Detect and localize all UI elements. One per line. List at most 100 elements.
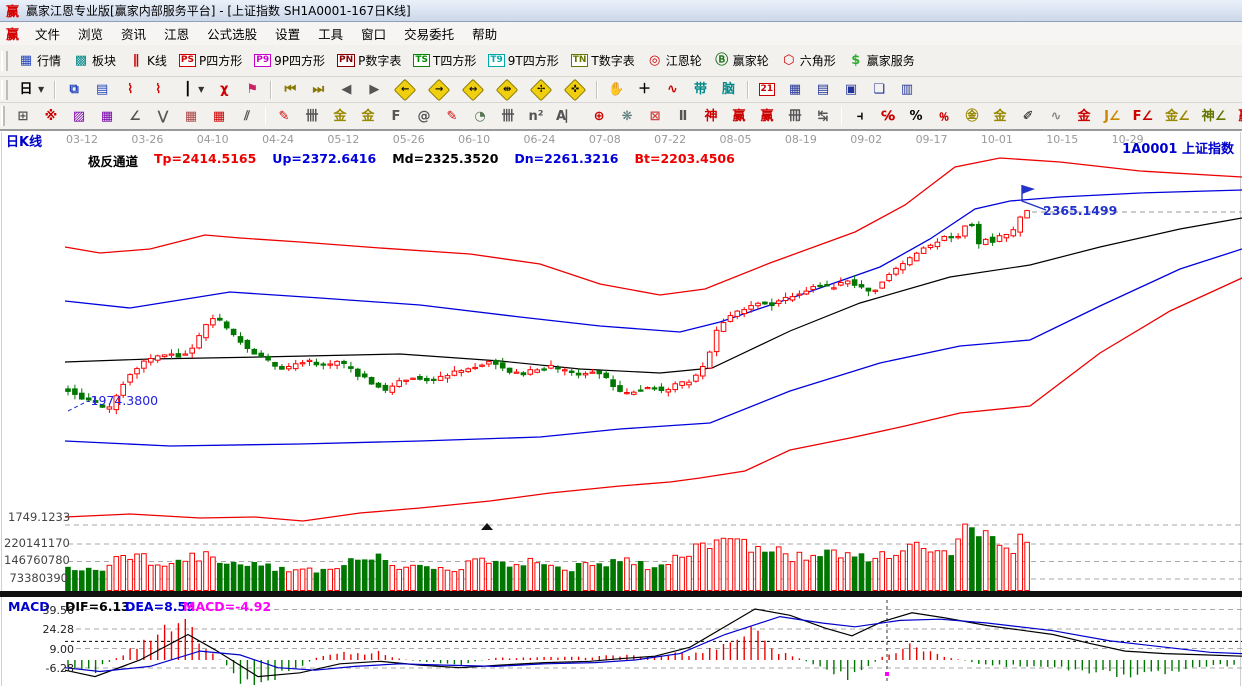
quote-button[interactable]: ▦ 行情	[13, 50, 66, 71]
window-clock-icon[interactable]: ❏	[866, 79, 892, 100]
first-bar-button[interactable]: ⏮	[277, 79, 303, 100]
toolbar-grip[interactable]	[1, 79, 8, 100]
grid-dark-tool[interactable]: ▦	[206, 106, 232, 127]
brush-tool[interactable]: ✎	[271, 106, 297, 127]
crosshair-button[interactable]: ＋	[632, 79, 658, 100]
web-grid-tool[interactable]: ⊠	[642, 106, 668, 127]
bar-scale-tool[interactable]: ⫞	[847, 106, 873, 127]
gann-square-tool[interactable]: ⊞	[10, 106, 36, 127]
red-target-tool[interactable]: ⊕	[586, 106, 612, 127]
brain-icon[interactable]: 脑	[716, 79, 742, 100]
gold-fence2-tool[interactable]: 金	[355, 106, 381, 127]
gold-line2-tool[interactable]: 金	[1071, 106, 1097, 127]
9p-square-button[interactable]: P9 9P四方形	[249, 50, 330, 71]
prev-bar-button[interactable]: ◀	[333, 79, 359, 100]
hatch-tool[interactable]: ⫽	[234, 106, 260, 127]
calculator-icon[interactable]: ▦	[782, 79, 808, 100]
p-square-button[interactable]: PS P四方形	[174, 50, 247, 71]
menu-settings[interactable]: 设置	[266, 21, 309, 46]
ying-grid-tool[interactable]: 赢	[754, 106, 780, 127]
info-list-icon[interactable]: ▤	[89, 79, 115, 100]
scroll-left-button[interactable]: ←	[389, 78, 421, 101]
menu-formula-stock-pick[interactable]: 公式选股	[198, 21, 266, 46]
shen-fence-tool[interactable]: 神	[698, 106, 724, 127]
grid-red-tool[interactable]: ▦	[178, 106, 204, 127]
red-pen-tool[interactable]: ✎	[439, 106, 465, 127]
percent-tool[interactable]: %	[903, 106, 929, 127]
period-label[interactable]: 日K线	[6, 136, 42, 149]
gold-circle-tool[interactable]: ㊎	[959, 106, 985, 127]
winner-service-button[interactable]: $ 赢家服务	[843, 50, 920, 71]
hand-tool-button[interactable]: ✋	[603, 79, 629, 100]
gold-line-tool[interactable]: 金	[987, 106, 1013, 127]
gann-band-icon[interactable]: 带	[688, 79, 714, 100]
candle-style-dropdown[interactable]: ⎥ ▼	[173, 79, 209, 100]
compress-button[interactable]: ⇹	[491, 78, 523, 101]
menu-browse[interactable]: 浏览	[69, 21, 112, 46]
ying-fence-tool[interactable]: 赢	[726, 106, 752, 127]
save-icon[interactable]: ▣	[838, 79, 864, 100]
expand-button[interactable]: ✢	[525, 78, 557, 101]
menu-trade-entrust[interactable]: 交易委托	[395, 21, 463, 46]
pen-mark-tool[interactable]: ✐	[1015, 106, 1041, 127]
calendar-icon[interactable]: 21	[754, 81, 781, 98]
toolbar-grip[interactable]	[1, 50, 8, 71]
t-number-button[interactable]: TN T数字表	[566, 50, 640, 71]
a-lines-tool[interactable]: A⎸	[551, 106, 584, 127]
gold-fence-tool[interactable]: 金	[327, 106, 353, 127]
t-square-button[interactable]: TS T四方形	[408, 50, 481, 71]
menu-window[interactable]: 窗口	[352, 21, 395, 46]
percent-line-tool[interactable]: ℅	[875, 106, 901, 127]
ray-fan-tool[interactable]: ※	[38, 106, 64, 127]
sector-button[interactable]: ▩ 板块	[68, 50, 121, 71]
winner-wheel-button[interactable]: Ⓑ 赢家轮	[709, 50, 774, 71]
f-angle-tool[interactable]: F∠	[1128, 106, 1159, 127]
fence-wide-tool[interactable]: 冊	[782, 106, 808, 127]
h-arrows-tool[interactable]: ↹	[810, 106, 836, 127]
web-tool[interactable]: ❋	[614, 106, 640, 127]
gann-wheel-button[interactable]: ◎ 江恩轮	[642, 50, 707, 71]
fence-small-tool[interactable]: 卌	[495, 106, 521, 127]
kline-button[interactable]: ∥ K线	[123, 50, 172, 71]
wave-3-icon[interactable]: ⌇	[117, 79, 143, 100]
menu-news[interactable]: 资讯	[112, 21, 155, 46]
tick-marks-tool[interactable]: Ⅱ	[670, 106, 696, 127]
n-squared-tool[interactable]: n²	[523, 106, 549, 127]
shen-angle-tool[interactable]: 神∠	[1197, 106, 1232, 127]
vee-line-tool[interactable]: ⋁	[150, 106, 176, 127]
f-fence-tool[interactable]: F	[383, 106, 409, 127]
menu-file[interactable]: 文件	[26, 21, 69, 46]
cycle-circle-tool[interactable]: ◔	[467, 106, 493, 127]
daily-period-dropdown[interactable]: 日 ▼	[13, 79, 49, 100]
gold-angle-tool[interactable]: 金∠	[1160, 106, 1195, 127]
pattern-icon[interactable]: ⧉	[61, 79, 87, 100]
color-flag-icon[interactable]: ⚑	[239, 79, 265, 100]
menu-gann[interactable]: 江恩	[155, 21, 198, 46]
scroll-right-button[interactable]: →	[423, 78, 455, 101]
workstation-icon[interactable]: ▥	[894, 79, 920, 100]
last-bar-button[interactable]: ⏭	[305, 79, 331, 100]
spiral-tool[interactable]: @	[411, 106, 437, 127]
wave-zoom-icon[interactable]: ∿	[660, 79, 686, 100]
percent-eq-tool[interactable]: ﹪	[931, 106, 957, 127]
expand-all-button[interactable]: ✜	[559, 78, 591, 101]
gann-grid-tool[interactable]: ▦	[94, 106, 120, 127]
hexagon-button[interactable]: ⬡ 六角形	[776, 50, 841, 71]
9t-square-button[interactable]: T9 9T四方形	[483, 50, 563, 71]
angle-line-tool[interactable]: ∠	[122, 106, 148, 127]
scroll-both-button[interactable]: ↔	[457, 78, 489, 101]
p-number-button[interactable]: PN P数字表	[332, 50, 406, 71]
menu-tools[interactable]: 工具	[309, 21, 352, 46]
toolbar-grip[interactable]	[1, 106, 5, 126]
notepad-icon[interactable]: ▤	[810, 79, 836, 100]
wave-channel-tool[interactable]: ∿	[1043, 106, 1069, 127]
fence-tool[interactable]: 卌	[299, 106, 325, 127]
gann-x-icon[interactable]: χ	[211, 79, 237, 100]
ying-angle-tool[interactable]: 赢∠	[1233, 106, 1242, 127]
menu-help[interactable]: 帮助	[463, 21, 506, 46]
j-angle-tool[interactable]: J∠	[1099, 106, 1126, 127]
toolbar-separator	[270, 80, 273, 99]
next-bar-button[interactable]: ▶	[361, 79, 387, 100]
wave-9-icon[interactable]: ⌇	[145, 79, 171, 100]
gann-box-tool[interactable]: ▨	[66, 106, 92, 127]
